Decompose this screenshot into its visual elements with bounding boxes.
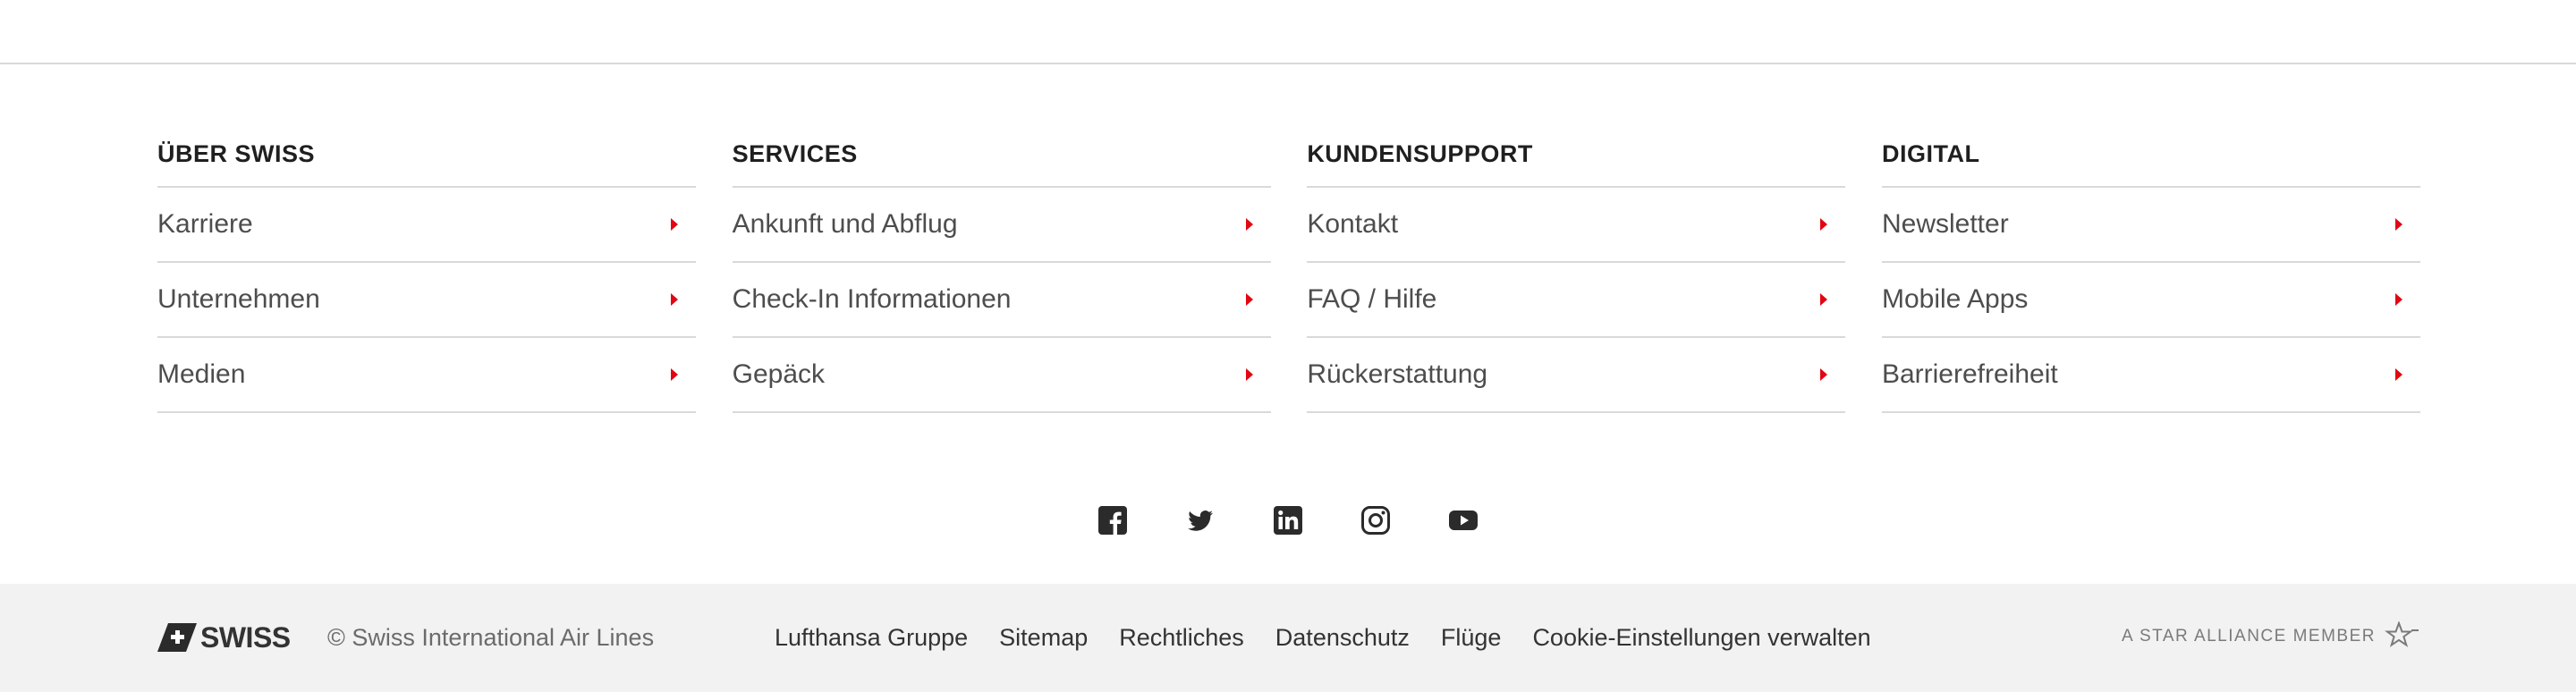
top-divider-area xyxy=(0,0,2576,64)
star-alliance-text: A STAR ALLIANCE MEMBER xyxy=(2122,627,2376,646)
link-label: Mobile Apps xyxy=(1881,284,2029,314)
footer-column-services: SERVICES Ankunft und Abflug Check-In Inf… xyxy=(732,134,1271,413)
legal-links: Lufthansa Gruppe Sitemap Rechtliches Dat… xyxy=(775,622,1871,653)
footer-link-newsletter[interactable]: Newsletter xyxy=(1881,188,2420,263)
footer-link-karriere[interactable]: Karriere xyxy=(157,188,696,263)
link-label: Barrierefreiheit xyxy=(1881,359,2058,389)
youtube-icon[interactable] xyxy=(1448,505,1479,536)
footer-link-medien[interactable]: Medien xyxy=(157,338,696,413)
star-alliance-badge[interactable]: A STAR ALLIANCE MEMBER xyxy=(2122,621,2420,652)
footer-column-digital: DIGITAL Newsletter Mobile Apps Barrieref… xyxy=(1881,134,2420,413)
instagram-icon[interactable] xyxy=(1360,505,1391,536)
chevron-right-icon xyxy=(2394,218,2402,231)
swiss-flag-icon xyxy=(157,623,197,652)
footer-link-check-in[interactable]: Check-In Informationen xyxy=(732,263,1271,338)
facebook-icon[interactable] xyxy=(1097,505,1128,536)
logo-text: SWISS xyxy=(200,620,291,654)
link-datenschutz[interactable]: Datenschutz xyxy=(1275,622,1410,653)
column-title: SERVICES xyxy=(732,134,1271,188)
link-label: Medien xyxy=(157,359,246,389)
copyright-text: © Swiss International Air Lines xyxy=(327,624,655,651)
link-label: Kontakt xyxy=(1307,209,1399,239)
footer-columns: ÜBER SWISS Karriere Unternehmen Medien S… xyxy=(157,134,2420,413)
footer-link-unternehmen[interactable]: Unternehmen xyxy=(157,263,696,338)
footer-link-barrierefreiheit[interactable]: Barrierefreiheit xyxy=(1881,338,2420,413)
link-label: Unternehmen xyxy=(157,284,320,314)
footer-link-rueckerstattung[interactable]: Rückerstattung xyxy=(1307,338,1846,413)
link-label: Newsletter xyxy=(1881,209,2009,239)
social-links xyxy=(0,505,2576,536)
link-lufthansa-gruppe[interactable]: Lufthansa Gruppe xyxy=(775,622,968,653)
link-label: Gepäck xyxy=(732,359,826,389)
footer-link-mobile-apps[interactable]: Mobile Apps xyxy=(1881,263,2420,338)
link-label: Rückerstattung xyxy=(1307,359,1488,389)
chevron-right-icon xyxy=(1820,293,1828,306)
footer-link-faq[interactable]: FAQ / Hilfe xyxy=(1307,263,1846,338)
chevron-right-icon xyxy=(2394,293,2402,306)
footer-link-ankunft-abflug[interactable]: Ankunft und Abflug xyxy=(732,188,1271,263)
twitter-icon[interactable] xyxy=(1185,505,1216,536)
footer-bottom-bar: SWISS © Swiss International Air Lines Lu… xyxy=(0,584,2576,692)
link-cookie-settings[interactable]: Cookie-Einstellungen verwalten xyxy=(1532,622,1870,653)
swiss-logo[interactable]: SWISS xyxy=(157,621,291,654)
star-alliance-icon xyxy=(2385,621,2419,647)
footer-link-kontakt[interactable]: Kontakt xyxy=(1307,188,1846,263)
chevron-right-icon xyxy=(671,218,678,231)
chevron-right-icon xyxy=(1245,218,1253,231)
link-sitemap[interactable]: Sitemap xyxy=(999,622,1088,653)
footer-column-ueber-swiss: ÜBER SWISS Karriere Unternehmen Medien xyxy=(157,134,696,413)
column-title: DIGITAL xyxy=(1881,134,2420,188)
chevron-right-icon xyxy=(1245,293,1253,306)
chevron-right-icon xyxy=(671,368,678,381)
footer-link-gepaeck[interactable]: Gepäck xyxy=(732,338,1271,413)
column-title: ÜBER SWISS xyxy=(157,134,696,188)
link-label: FAQ / Hilfe xyxy=(1307,284,1437,314)
link-label: Karriere xyxy=(157,209,253,239)
chevron-right-icon xyxy=(1820,368,1828,381)
footer-column-kundensupport: KUNDENSUPPORT Kontakt FAQ / Hilfe Rücker… xyxy=(1307,134,1846,413)
link-label: Ankunft und Abflug xyxy=(732,209,958,239)
chevron-right-icon xyxy=(1820,218,1828,231)
linkedin-icon[interactable] xyxy=(1273,505,1303,536)
chevron-right-icon xyxy=(2394,368,2402,381)
column-title: KUNDENSUPPORT xyxy=(1307,134,1846,188)
link-rechtliches[interactable]: Rechtliches xyxy=(1119,622,1244,653)
chevron-right-icon xyxy=(671,293,678,306)
link-label: Check-In Informationen xyxy=(732,284,1012,314)
chevron-right-icon xyxy=(1245,368,1253,381)
link-fluege[interactable]: Flüge xyxy=(1441,622,1502,653)
